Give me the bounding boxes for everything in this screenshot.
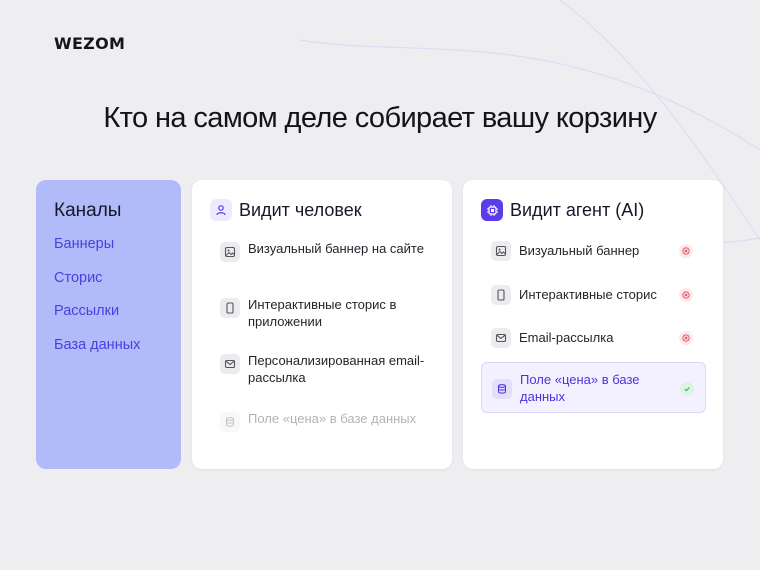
human-view-card: Видит человек Визуальный баннер на сайте…	[192, 180, 452, 469]
image-icon	[491, 241, 511, 261]
phone-icon	[220, 298, 240, 318]
database-icon	[492, 378, 512, 399]
human-item-text: Визуальный баннер на сайте	[248, 241, 424, 256]
agent-item: Email-рассылка	[491, 328, 693, 348]
human-card-title: Видит человек	[239, 199, 362, 220]
agent-item: Визуальный баннер	[491, 241, 693, 261]
channel-link-banners[interactable]: Баннеры	[54, 234, 163, 268]
human-card-header: Видит человек	[210, 199, 362, 221]
human-item: Персонализированная email-рассылка	[220, 353, 430, 386]
human-item-faded: Поле «цена» в базе данных	[220, 411, 430, 432]
mail-icon	[491, 328, 511, 348]
agent-card-title: Видит агент (AI)	[510, 199, 645, 220]
human-item: Интерактивные сторис в приложении	[220, 297, 430, 330]
channels-panel: Каналы Баннеры Сторис Рассылки База данн…	[36, 180, 181, 469]
database-icon	[220, 412, 240, 432]
cross-icon	[679, 288, 693, 302]
channel-link-stories[interactable]: Сторис	[54, 268, 163, 302]
mail-icon	[220, 354, 240, 374]
human-item-text: Поле «цена» в базе данных	[248, 411, 417, 426]
cross-icon	[679, 244, 693, 258]
chip-icon	[481, 199, 503, 221]
human-item-text: Интерактивные сторис в приложении	[248, 297, 397, 329]
agent-card-header: Видит агент (AI)	[481, 199, 644, 221]
user-icon	[210, 199, 232, 221]
highlighted-item: Поле «цена» в базе данных	[481, 362, 706, 413]
phone-icon	[491, 285, 511, 305]
channels-title: Каналы	[54, 200, 122, 221]
agent-item-text: Интерактивные сторис	[519, 286, 657, 302]
page-title: Кто на самом деле собирает вашу корзину	[103, 102, 657, 134]
agent-item-text: Визуальный баннер	[519, 242, 640, 258]
human-item-text: Персонализированная email-рассылка	[248, 353, 425, 385]
agent-view-card: Видит агент (AI) Визуальный баннер Интер…	[463, 180, 723, 469]
channel-link-mailings[interactable]: Рассылки	[54, 301, 163, 335]
agent-item: Интерактивные сторис	[491, 285, 693, 305]
check-icon	[680, 381, 694, 396]
image-icon	[220, 242, 240, 262]
human-item: Визуальный баннер на сайте	[220, 241, 430, 262]
cross-icon	[679, 331, 693, 345]
agent-item-text: Поле «цена» в базе данных	[520, 372, 640, 404]
channel-link-database[interactable]: База данных	[54, 335, 163, 369]
agent-item-text: Email-рассылка	[519, 329, 614, 345]
brand-logo: WEZOM	[54, 34, 126, 53]
agent-item-highlighted: Поле «цена» в базе данных	[492, 372, 694, 405]
